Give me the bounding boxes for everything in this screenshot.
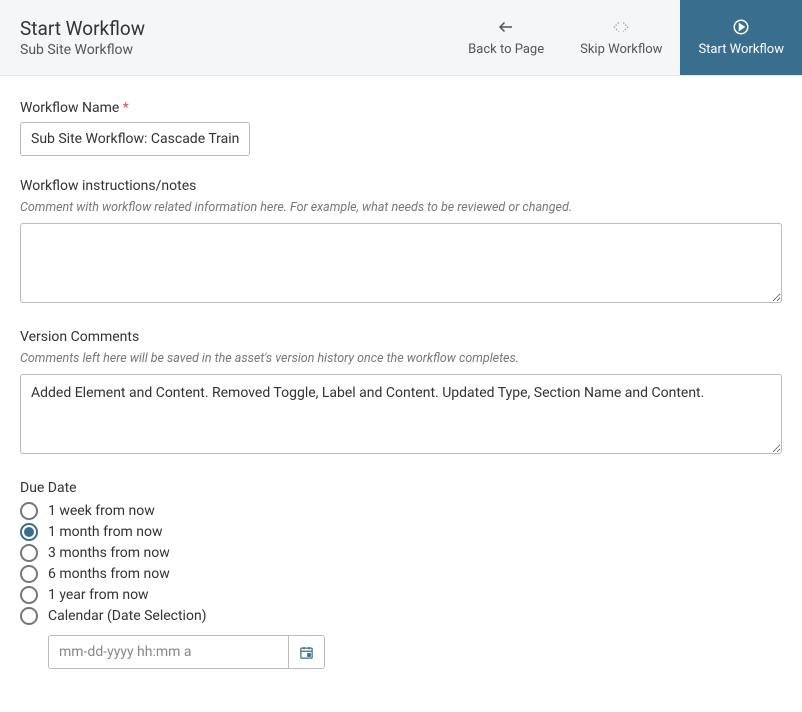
radio-label: 1 year from now xyxy=(48,587,149,603)
radio-icon xyxy=(20,607,38,625)
due-date-options: 1 week from now 1 month from now 3 month… xyxy=(20,502,782,625)
workflow-name-label: Workflow Name * xyxy=(20,100,782,116)
radio-label: Calendar (Date Selection) xyxy=(48,608,207,624)
version-comments-group: Version Comments Comments left here will… xyxy=(20,329,782,458)
radio-label: 6 months from now xyxy=(48,566,170,582)
radio-icon xyxy=(20,502,38,520)
skip-workflow-button[interactable]: Skip Workflow xyxy=(562,0,680,75)
due-date-option-1month[interactable]: 1 month from now xyxy=(20,523,782,541)
back-to-page-button[interactable]: Back to Page xyxy=(450,0,562,75)
required-indicator: * xyxy=(123,100,129,116)
page-subtitle: Sub Site Workflow xyxy=(20,42,145,58)
radio-icon xyxy=(20,565,38,583)
page-header: Start Workflow Sub Site Workflow Back to… xyxy=(0,0,802,76)
header-title-area: Start Workflow Sub Site Workflow xyxy=(0,0,165,75)
due-date-option-1week[interactable]: 1 week from now xyxy=(20,502,782,520)
due-date-option-3months[interactable]: 3 months from now xyxy=(20,544,782,562)
version-comments-help: Comments left here will be saved in the … xyxy=(20,351,782,366)
radio-icon xyxy=(20,523,38,541)
radio-label: 1 month from now xyxy=(48,524,163,540)
skip-icon xyxy=(612,18,630,36)
workflow-name-input[interactable] xyxy=(20,122,250,156)
workflow-name-group: Workflow Name * xyxy=(20,100,782,156)
instructions-group: Workflow instructions/notes Comment with… xyxy=(20,178,782,307)
calendar-picker-button[interactable] xyxy=(288,635,325,669)
header-actions: Back to Page Skip Workflow Start Workflo… xyxy=(450,0,802,75)
arrow-left-icon xyxy=(497,18,515,36)
due-date-option-calendar[interactable]: Calendar (Date Selection) xyxy=(20,607,782,625)
due-date-label: Due Date xyxy=(20,480,782,496)
due-date-group: Due Date 1 week from now 1 month from no… xyxy=(20,480,782,669)
instructions-help: Comment with workflow related informatio… xyxy=(20,200,782,215)
radio-label: 1 week from now xyxy=(48,503,155,519)
back-button-label: Back to Page xyxy=(468,42,544,57)
version-comments-label: Version Comments xyxy=(20,329,782,345)
radio-label: 3 months from now xyxy=(48,545,170,561)
instructions-label: Workflow instructions/notes xyxy=(20,178,782,194)
page-title: Start Workflow xyxy=(20,17,145,40)
play-circle-icon xyxy=(732,18,750,36)
due-date-option-1year[interactable]: 1 year from now xyxy=(20,586,782,604)
radio-icon xyxy=(20,544,38,562)
date-input[interactable] xyxy=(48,635,288,669)
radio-icon xyxy=(20,586,38,604)
due-date-option-6months[interactable]: 6 months from now xyxy=(20,565,782,583)
version-comments-textarea[interactable]: Added Element and Content. Removed Toggl… xyxy=(20,374,782,454)
instructions-textarea[interactable] xyxy=(20,223,782,303)
start-button-label: Start Workflow xyxy=(698,42,784,57)
form-content: Workflow Name * Workflow instructions/no… xyxy=(0,76,802,711)
skip-button-label: Skip Workflow xyxy=(580,42,662,57)
calendar-icon xyxy=(299,645,314,660)
date-picker-row xyxy=(48,635,782,669)
start-workflow-button[interactable]: Start Workflow xyxy=(680,0,802,75)
